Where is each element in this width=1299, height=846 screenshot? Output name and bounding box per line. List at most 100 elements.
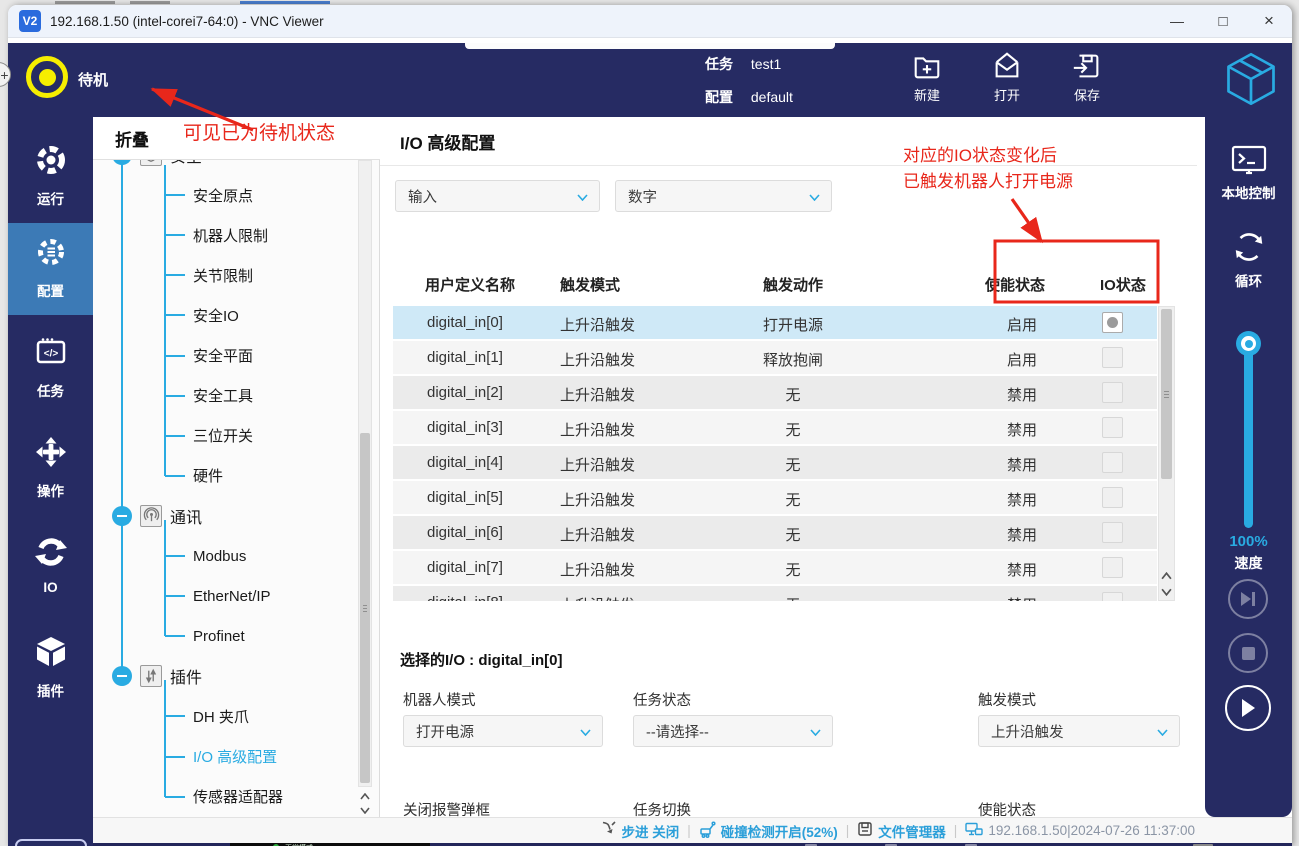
tree-item-label: Modbus xyxy=(193,548,246,565)
tree-item-label: 安全 xyxy=(170,160,202,167)
tree-item-安全IO[interactable]: 安全IO xyxy=(165,300,239,330)
collision-detect-status[interactable]: 碰撞检测开启(52%) xyxy=(699,821,838,841)
task-state-select[interactable]: --请选择-- xyxy=(633,715,833,747)
io-state-indicator[interactable] xyxy=(1102,347,1123,368)
play-button[interactable] xyxy=(1225,685,1271,731)
tree-item-DH 夹爪[interactable]: DH 夹爪 xyxy=(165,701,249,731)
tree-item-安全平面[interactable]: 安全平面 xyxy=(165,341,253,371)
terminal-icon xyxy=(1229,164,1269,181)
tree-item-关节限制[interactable]: 关节限制 xyxy=(165,260,253,290)
robot-mode-select[interactable]: 打开电源 xyxy=(403,715,603,747)
io-name: digital_in[1] xyxy=(427,349,503,366)
io-table-row[interactable]: digital_in[8]上升沿触发无禁用 xyxy=(393,586,1157,601)
table-scrollbar-thumb[interactable] xyxy=(1161,309,1172,479)
sidebar-item-plugin[interactable]: 插件 xyxy=(8,623,93,715)
collapse-button[interactable]: 折叠 xyxy=(115,126,149,151)
io-enable-state: 禁用 xyxy=(1007,489,1037,510)
io-enable-state: 禁用 xyxy=(1007,559,1037,580)
step-forward-button[interactable] xyxy=(1228,579,1268,619)
vnc-toolbar-handle[interactable] xyxy=(465,43,835,49)
tree-connector xyxy=(165,435,185,437)
tree-item-插件[interactable]: 插件 xyxy=(112,661,202,691)
tree-item-机器人限制[interactable]: 机器人限制 xyxy=(165,220,268,250)
tree-item-label: 三位开关 xyxy=(193,425,253,446)
code-window-icon: </> xyxy=(34,356,68,373)
io-state-indicator[interactable] xyxy=(1102,592,1123,601)
maximize-button[interactable]: □ xyxy=(1200,5,1246,37)
io-table-row[interactable]: digital_in[2]上升沿触发无禁用 xyxy=(393,376,1157,411)
sidebar-item-config[interactable]: 配置 xyxy=(8,223,93,315)
tree-connector xyxy=(165,395,185,397)
new-button[interactable]: 新建 xyxy=(901,50,953,104)
io-state-indicator[interactable] xyxy=(1102,522,1123,543)
config-label: 配置 xyxy=(705,89,733,105)
io-name: digital_in[7] xyxy=(427,559,503,576)
scroll-down-icon[interactable] xyxy=(358,803,372,817)
tree-scrollbar-thumb[interactable] xyxy=(360,433,370,783)
io-state-indicator[interactable] xyxy=(1102,487,1123,508)
minimize-button[interactable]: — xyxy=(1154,5,1200,37)
file-manager-button[interactable]: 文件管理器 xyxy=(857,821,946,841)
chevron-down-icon xyxy=(1157,729,1168,736)
sidebar-item-io[interactable]: IO xyxy=(8,523,93,615)
stop-button[interactable] xyxy=(1228,633,1268,673)
sidebar-item-task[interactable]: </> 任务 xyxy=(8,323,93,415)
tree-item-硬件[interactable]: 硬件 xyxy=(165,461,223,491)
tree-item-传感器适配器[interactable]: 传感器适配器 xyxy=(165,782,283,812)
io-table-row[interactable]: digital_in[0]上升沿触发打开电源启用 xyxy=(393,306,1157,341)
tree-item-EtherNet/IP[interactable]: EtherNet/IP xyxy=(165,581,271,611)
io-state-indicator[interactable] xyxy=(1102,382,1123,403)
io-table-row[interactable]: digital_in[7]上升沿触发无禁用 xyxy=(393,551,1157,586)
collapse-minus-icon[interactable] xyxy=(112,160,132,165)
io-signal-type-select[interactable]: 数字 xyxy=(615,180,832,212)
local-control-button[interactable]: 本地控制 xyxy=(1205,143,1292,202)
titlebar[interactable]: V2 192.168.1.50 (intel-corei7-64:0) - VN… xyxy=(8,5,1292,38)
shield-icon xyxy=(140,160,162,166)
tree-item-通讯[interactable]: 通讯 xyxy=(112,501,202,531)
save-button[interactable]: 保存 xyxy=(1061,50,1113,104)
tree-item-安全原点[interactable]: 安全原点 xyxy=(165,180,253,210)
io-table-row[interactable]: digital_in[3]上升沿触发无禁用 xyxy=(393,411,1157,446)
io-table-row[interactable]: digital_in[5]上升沿触发无禁用 xyxy=(393,481,1157,516)
open-button[interactable]: 打开 xyxy=(981,50,1033,104)
tree-item-Profinet[interactable]: Profinet xyxy=(165,621,245,651)
io-state-indicator[interactable] xyxy=(1102,417,1123,438)
collapse-minus-icon[interactable] xyxy=(112,506,132,526)
tree-item-安全[interactable]: 安全 xyxy=(112,160,202,170)
tree-connector xyxy=(165,355,185,357)
close-button[interactable]: × xyxy=(1246,5,1292,37)
step-mode-status[interactable]: 步进 关闭 xyxy=(600,821,679,841)
tree-connector xyxy=(121,160,123,676)
scroll-up-icon[interactable] xyxy=(1159,569,1173,583)
tree-item-安全工具[interactable]: 安全工具 xyxy=(165,381,253,411)
scroll-up-icon[interactable] xyxy=(358,789,372,803)
scroll-down-icon[interactable] xyxy=(1159,585,1173,599)
tree-item-Modbus[interactable]: Modbus xyxy=(165,541,246,571)
speed-slider-knob[interactable] xyxy=(1236,331,1261,356)
open-button-label: 打开 xyxy=(981,85,1033,104)
gear-icon xyxy=(34,256,68,273)
tree-item-I/O 高级配置[interactable]: I/O 高级配置 xyxy=(165,742,277,772)
io-state-indicator[interactable] xyxy=(1102,557,1123,578)
tree-scrollbar[interactable] xyxy=(358,160,372,787)
connection-status: 192.168.1.50|2024-07-26 11:37:00 xyxy=(965,821,1195,840)
io-table-row[interactable]: digital_in[6]上升沿触发无禁用 xyxy=(393,516,1157,551)
sidebar-item-run[interactable]: 运行 xyxy=(8,131,93,223)
io-table-row[interactable]: digital_in[4]上升沿触发无禁用 xyxy=(393,446,1157,481)
speed-slider-track[interactable] xyxy=(1244,345,1253,528)
io-state-indicator[interactable] xyxy=(1102,452,1123,473)
io-state-indicator[interactable] xyxy=(1102,312,1123,333)
dbd2-badge[interactable]: DBD2 xyxy=(15,839,87,846)
collapse-minus-icon[interactable] xyxy=(112,666,132,686)
io-table-row[interactable]: digital_in[1]上升沿触发释放抱闸启用 xyxy=(393,341,1157,376)
sidebar-item-operate[interactable]: 操作 xyxy=(8,423,93,515)
loop-button[interactable]: 循环 xyxy=(1205,229,1292,290)
new-file-icon xyxy=(901,50,953,82)
trigger-mode-select[interactable]: 上升沿触发 xyxy=(978,715,1180,747)
tree-connector xyxy=(165,475,185,477)
io-direction-select[interactable]: 输入 xyxy=(395,180,600,212)
sidebar-item-label: 插件 xyxy=(8,680,93,700)
table-scrollbar[interactable] xyxy=(1158,306,1175,601)
tree-item-三位开关[interactable]: 三位开关 xyxy=(165,421,253,451)
config-tree-panel: 折叠 安全安全原点机器人限制关节限制安全IO 安全平面安全工具三位开关硬件通讯 Mo… xyxy=(93,117,380,817)
